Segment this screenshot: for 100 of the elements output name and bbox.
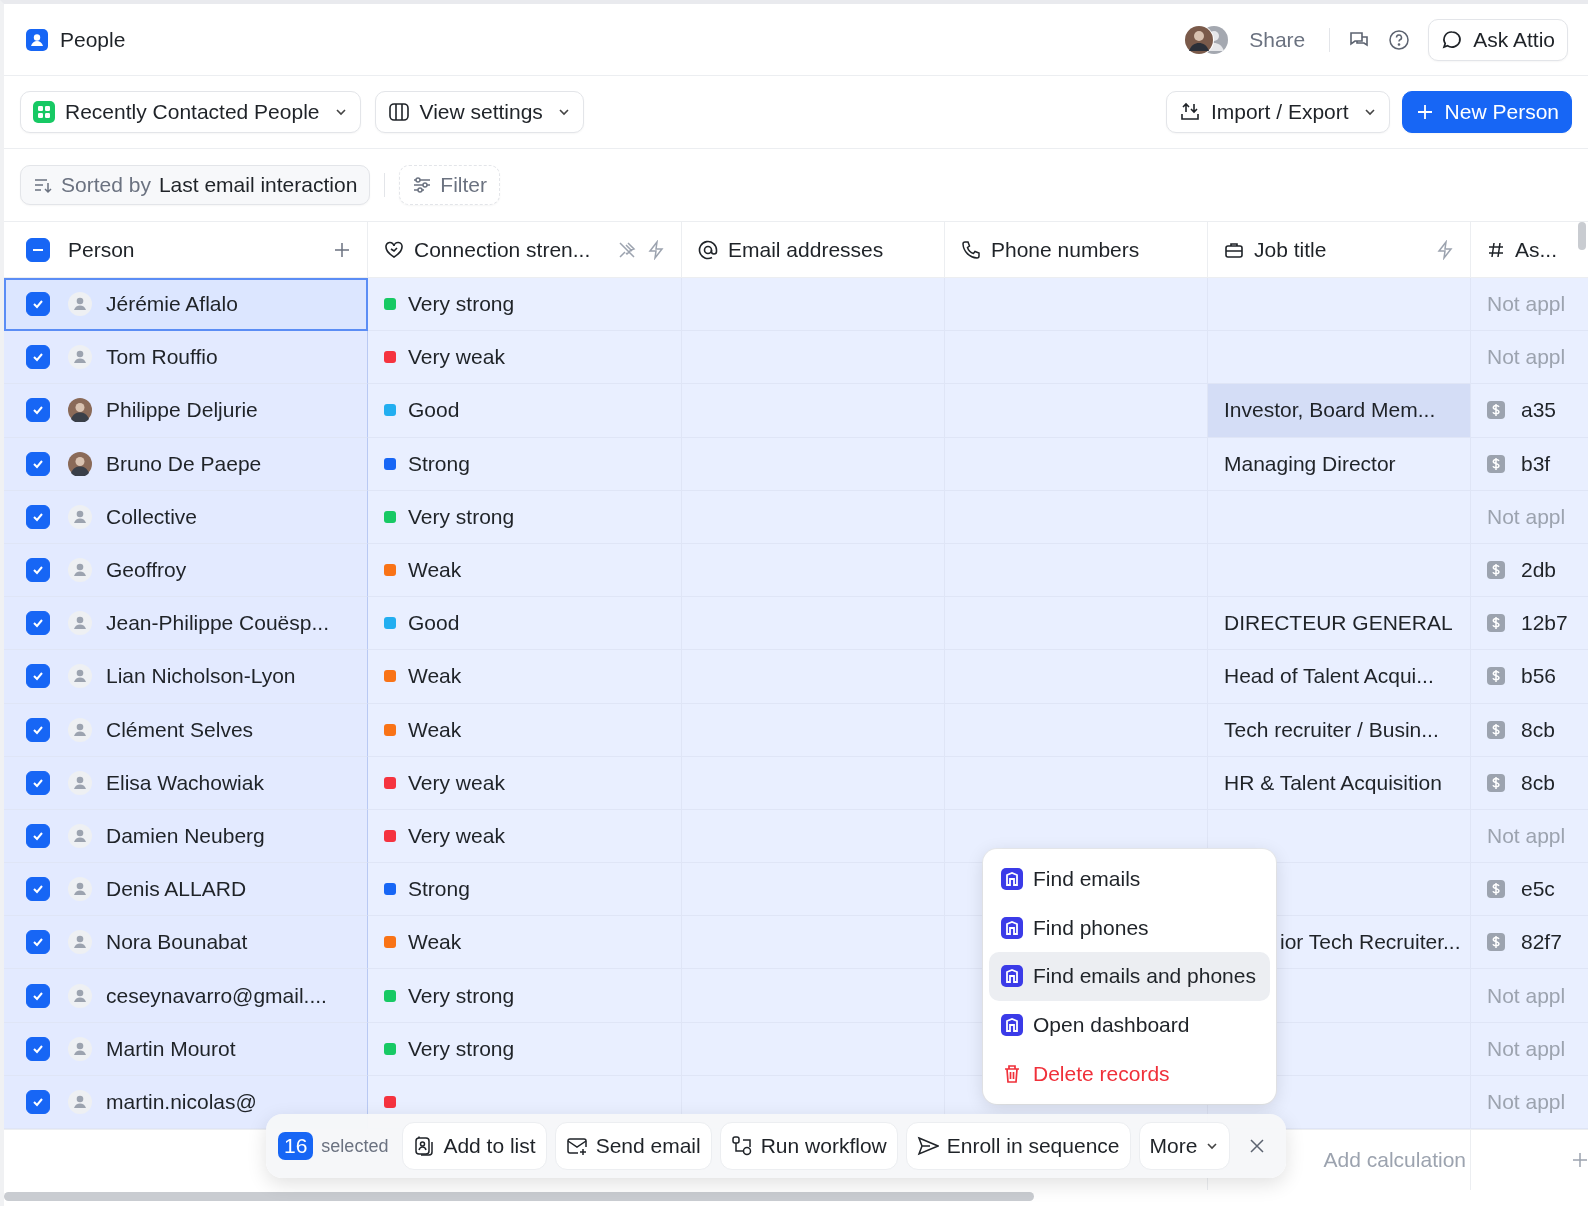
row-checkbox[interactable] — [26, 770, 50, 795]
action-button[interactable]: More — [1138, 1122, 1231, 1170]
row-checkbox[interactable] — [26, 823, 50, 848]
table-cell[interactable]: Nora Bounabat — [4, 916, 368, 970]
row-checkbox[interactable] — [26, 292, 50, 317]
row-checkbox[interactable] — [26, 664, 50, 689]
table-cell[interactable]: ceseynavarro@gmail.... — [4, 969, 368, 1023]
table-cell[interactable]: Tom Rouffio — [4, 331, 368, 385]
action-button[interactable]: Enroll in sequence — [905, 1122, 1131, 1170]
person-name[interactable]: ceseynavarro@gmail.... — [106, 983, 327, 1008]
table-cell[interactable]: Martin Mourot — [4, 1022, 368, 1076]
row-checkbox[interactable] — [26, 1089, 50, 1114]
table-cell[interactable]: Geoffroy — [4, 543, 368, 598]
person-name[interactable]: Martin Mourot — [106, 1036, 236, 1061]
person-name[interactable]: martin.nicolas@ — [106, 1089, 257, 1114]
person-name[interactable]: Damien Neuberg — [106, 823, 265, 848]
table-cell[interactable]: Collective — [4, 490, 368, 544]
row-checkbox[interactable] — [26, 877, 50, 902]
record-id: 8cb — [1521, 717, 1555, 742]
import-export-button[interactable]: Import / Export — [1165, 91, 1390, 133]
ask-attio-button[interactable]: Ask Attio — [1428, 18, 1568, 61]
columns-icon — [387, 101, 410, 123]
table-cell[interactable]: Bruno De Paepe — [4, 437, 368, 491]
connection-strength: Very strong — [408, 292, 515, 317]
menu-item[interactable]: Find emails and phones — [989, 952, 1270, 1001]
hash-icon — [1487, 240, 1505, 259]
person-name[interactable]: Denis ALLARD — [106, 877, 247, 902]
person-name[interactable]: Nora Bounabat — [106, 930, 248, 955]
connection-strength: Weak — [408, 664, 462, 689]
page-title: People — [60, 27, 126, 52]
new-person-button[interactable]: New Person — [1401, 91, 1572, 133]
dollar-icon — [1487, 454, 1505, 473]
action-button[interactable]: Send email — [554, 1122, 712, 1170]
help-icon[interactable] — [1388, 28, 1411, 51]
pin-off-icon[interactable] — [617, 239, 637, 260]
lightning-icon[interactable] — [647, 239, 665, 260]
person-name[interactable]: Geoffroy — [106, 558, 187, 583]
sort-button[interactable]: Sorted by Last email interaction — [20, 165, 371, 205]
menu-item[interactable]: Find phones — [989, 903, 1270, 953]
table-cell[interactable]: Elisa Wachowiak — [4, 756, 368, 810]
table-cell[interactable]: Jérémie Aflalo — [4, 278, 368, 332]
row-checkbox[interactable] — [26, 611, 50, 636]
person-name[interactable]: Jérémie Aflalo — [106, 292, 238, 317]
dollar-icon — [1487, 773, 1505, 792]
row-checkbox[interactable] — [26, 717, 50, 742]
row-checkbox[interactable] — [26, 451, 50, 476]
view-settings-button[interactable]: View settings — [374, 91, 584, 133]
dollar-icon — [1487, 667, 1505, 686]
person-name[interactable]: Elisa Wachowiak — [106, 770, 264, 795]
person-name[interactable]: Clément Selves — [106, 717, 254, 742]
filter-button[interactable]: Filter — [399, 165, 500, 205]
select-all-checkbox[interactable] — [26, 237, 50, 262]
not-applicable: Not appl — [1487, 292, 1566, 317]
menu-item[interactable]: Open dashboard — [989, 1000, 1270, 1050]
table-cell[interactable]: Damien Neuberg — [4, 809, 368, 864]
not-applicable: Not appl — [1487, 1036, 1566, 1061]
menu-item[interactable]: Delete records — [989, 1049, 1270, 1098]
row-checkbox[interactable] — [26, 558, 50, 583]
person-name[interactable]: Jean-Philippe Couësp... — [106, 611, 329, 636]
job-title: Head of Talent Acqui... — [1224, 664, 1434, 689]
column-label: Person — [68, 237, 135, 262]
scrollbar[interactable] — [4, 1192, 1034, 1201]
row-checkbox[interactable] — [26, 345, 50, 370]
add-icon[interactable] — [333, 240, 351, 259]
action-button[interactable]: Run workflow — [719, 1122, 898, 1170]
person-name[interactable]: Tom Rouffio — [106, 345, 218, 370]
connection-strength: Very strong — [408, 983, 515, 1008]
chat-bubble-icon — [1441, 28, 1464, 51]
row-checkbox[interactable] — [26, 398, 50, 423]
person-name[interactable]: Bruno De Paepe — [106, 451, 262, 476]
row-checkbox[interactable] — [26, 504, 50, 529]
row-checkbox[interactable] — [26, 930, 50, 955]
job-title: ior Tech Recruiter... — [1280, 930, 1461, 955]
person-name[interactable]: Collective — [106, 504, 198, 529]
table-cell[interactable]: Lian Nicholson-Lyon — [4, 650, 368, 704]
job-title: Tech recruiter / Busin... — [1224, 717, 1439, 742]
scrollbar[interactable] — [1578, 222, 1586, 250]
person-name[interactable]: Lian Nicholson-Lyon — [106, 664, 296, 689]
not-applicable: Not appl — [1487, 345, 1566, 370]
record-id: 2db — [1521, 558, 1557, 583]
workflow-icon — [730, 1135, 753, 1157]
table-cell[interactable]: Clément Selves — [4, 703, 368, 757]
dollar-icon — [1487, 933, 1505, 952]
lightning-icon[interactable] — [1436, 239, 1454, 260]
view-selector[interactable]: Recently Contacted People — [20, 91, 361, 133]
share-button[interactable]: Share — [1249, 27, 1306, 52]
row-checkbox[interactable] — [26, 1036, 50, 1061]
building-icon — [1001, 868, 1023, 891]
menu-item[interactable]: Find emails — [989, 855, 1270, 904]
connection-strength: Very weak — [408, 345, 505, 370]
action-button[interactable]: Add to list — [402, 1122, 547, 1170]
table-cell[interactable]: Denis ALLARD — [4, 863, 368, 917]
row-checkbox[interactable] — [26, 983, 50, 1008]
table-cell[interactable]: Jean-Philippe Couësp... — [4, 597, 368, 651]
connection-strength: Good — [408, 611, 460, 636]
connection-strength: Very strong — [408, 1036, 515, 1061]
person-name[interactable]: Philippe Deljurie — [106, 398, 258, 423]
close-icon[interactable] — [1248, 1137, 1267, 1155]
table-cell[interactable]: Philippe Deljurie — [4, 384, 368, 438]
column-label: Email addresses — [728, 237, 884, 262]
